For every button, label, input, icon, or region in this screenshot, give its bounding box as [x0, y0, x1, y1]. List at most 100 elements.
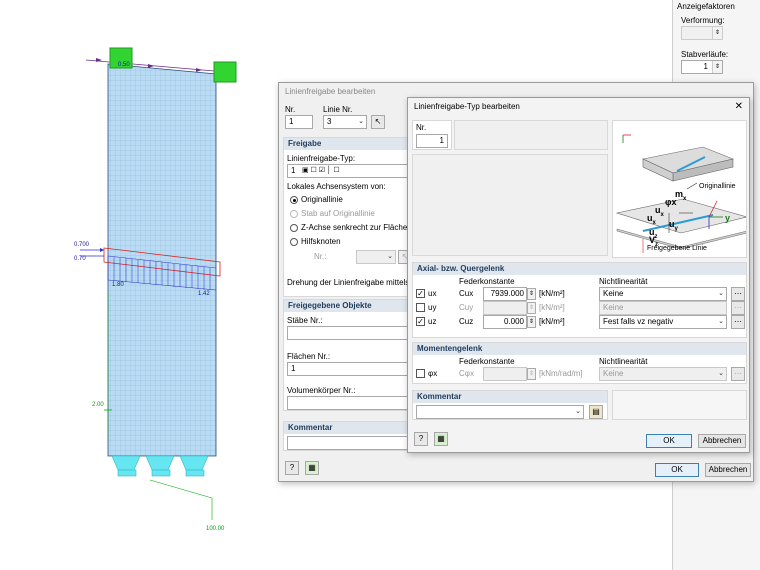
uz-nonlin-edit-icon[interactable]: ⋯ [731, 315, 745, 329]
support-top-right [213, 61, 237, 83]
cphix-unit: [kNm/rad/m] [539, 369, 583, 378]
phix-nonlin-edit-icon[interactable]: ⋯ [731, 367, 745, 381]
cancel-button[interactable]: Abbrechen [698, 434, 746, 448]
spin-arrows-icon[interactable]: ⇕ [527, 302, 536, 314]
label-top: 0.50 [118, 62, 130, 68]
cuz-unit: [kN/m²] [539, 317, 565, 326]
cuy-label: Cuy [459, 303, 474, 312]
spin-arrows-icon[interactable]: ⇕ [712, 61, 722, 73]
cphix-label: Cφx [459, 369, 474, 378]
pick-line-icon[interactable]: ↖ [371, 115, 385, 129]
solids-label: Volumenkörper Nr.: [287, 386, 356, 395]
chevron-down-icon: ⌄ [718, 290, 724, 297]
comment-field-back[interactable] [287, 436, 413, 450]
deformation-label: Verformung: [681, 16, 725, 25]
comment-library-icon[interactable]: ▤ [589, 405, 603, 419]
surfaces-label: Flächen Nr.: [287, 352, 331, 361]
spin-arrows-icon[interactable]: ⇕ [527, 316, 536, 328]
objects-section: Freigegebene Objekte Stäbe Nr.: Flächen … [283, 299, 413, 411]
name-section [454, 120, 608, 150]
solids-field[interactable] [287, 396, 413, 410]
nr-short-label: Nr.: [314, 252, 327, 261]
ux-nonlin-edit-icon[interactable]: ⋯ [731, 287, 745, 301]
label-left-2: 0.70 [74, 256, 86, 262]
radio-member-on-line[interactable] [290, 210, 298, 218]
ok-button-back[interactable]: OK [655, 463, 699, 477]
freigabe-header: Freigabe [284, 138, 412, 150]
members-field[interactable] [287, 326, 413, 340]
phix-nonlin-select[interactable]: Keine ⌄ [599, 367, 727, 381]
label-left-1: 0.700 [74, 242, 90, 248]
uz-nonlin-value: Fest falls vz negativ [603, 317, 674, 326]
radio-member-label: Stab auf Originallinie [301, 209, 375, 218]
uz-nonlin-select[interactable]: Fest falls vz negativ ⌄ [599, 315, 727, 329]
radio-z-axis[interactable] [290, 224, 298, 232]
cancel-button-back[interactable]: Abbrechen [705, 463, 751, 477]
uy-nonlin-value: Keine [603, 303, 624, 312]
phix-nonlin-value: Keine [603, 369, 624, 378]
ok-button[interactable]: OK [646, 434, 692, 448]
nr-field[interactable]: 1 [285, 115, 313, 129]
ux-checkbox[interactable]: ✓ [416, 289, 425, 298]
front-nr-label: Nr. [416, 123, 427, 132]
line-nr-label: Linie Nr. [323, 105, 353, 114]
type-select[interactable]: 1 ▣ ☐ ☑ │ ☐ [287, 164, 413, 178]
release-diagram: mx φx ux ux uy uz Vz y Originallinie Fre… [612, 120, 749, 258]
comment-header: Kommentar [413, 391, 607, 403]
front-nr-field[interactable]: 1 [416, 134, 448, 148]
uy-checkbox[interactable] [416, 303, 425, 312]
uy-label: uy [669, 219, 678, 232]
objects-header: Freigegebene Objekte [284, 300, 412, 312]
dialog-title: Linienfreigabe bearbeiten [285, 87, 376, 96]
comment-section: Kommentar ⌄ ▤ [412, 390, 608, 420]
cuz-field[interactable]: 0.000 [483, 315, 527, 329]
moment-section: Momentengelenk Federkonstante Nichtlinea… [412, 342, 747, 384]
member-diagrams-label: Stabverläufe: [681, 50, 729, 59]
cuy-field[interactable] [483, 301, 527, 315]
spin-arrows-icon[interactable]: ⇕ [527, 288, 536, 300]
spring-col-header: Federkonstante [459, 277, 515, 286]
label-1-80: 1.80 [112, 282, 124, 288]
released-line-label: Freigegebene Linie [647, 245, 707, 252]
axial-section: Axial- bzw. Quergelenk Federkonstante Ni… [412, 262, 747, 338]
uy-nonlin-select[interactable]: Keine [599, 301, 727, 315]
uz-checkbox[interactable]: ✓ [416, 317, 425, 326]
cux-unit: [kN/m²] [539, 289, 565, 298]
comment-header-back: Kommentar [284, 422, 412, 434]
spin-arrows-icon[interactable]: ⇕ [712, 27, 722, 39]
uy-nonlin-edit-icon[interactable]: ⋯ [731, 301, 745, 315]
cux-field[interactable]: 7939.000 [483, 287, 527, 301]
cphix-field[interactable] [483, 367, 527, 381]
units-icon[interactable]: ▦ [305, 461, 319, 475]
spin-arrows-icon[interactable]: ⇕ [527, 368, 536, 380]
help-icon[interactable]: ? [414, 432, 428, 446]
phix-checkbox[interactable] [416, 369, 425, 378]
chevron-down-icon: ⌄ [575, 408, 581, 415]
uy-name: uy [428, 303, 437, 312]
radio-aux-label: Hilfsknoten [301, 237, 341, 246]
chevron-down-icon: ⌄ [718, 370, 724, 377]
axis-system-label: Lokales Achsensystem von: [287, 182, 386, 191]
units-icon[interactable]: ▦ [434, 432, 448, 446]
front-dialog-title: Linienfreigabe-Typ bearbeiten [414, 102, 520, 111]
member-diagrams-value: 1 [703, 62, 708, 71]
original-line-label: Originallinie [699, 183, 736, 190]
phix-name: φx [428, 369, 438, 378]
help-icon[interactable]: ? [285, 461, 299, 475]
surfaces-field[interactable]: 1 [287, 362, 413, 376]
line-release-type-dialog: Linienfreigabe-Typ bearbeiten ✕ Nr. 1 mx [407, 97, 750, 453]
blank-section [412, 154, 608, 256]
line-nr-value: 3 [327, 117, 332, 126]
member-diagrams-spinner[interactable]: 1 ⇕ [681, 60, 723, 74]
model-view[interactable] [0, 0, 280, 570]
support-bottom [111, 455, 209, 477]
comment-field[interactable]: ⌄ [416, 405, 584, 419]
close-icon[interactable]: ✕ [735, 101, 743, 112]
radio-aux-node[interactable] [290, 238, 298, 246]
deformation-spinner[interactable]: ⇕ [681, 26, 723, 40]
radio-original-line[interactable] [290, 196, 298, 204]
panel-title: Anzeigefaktoren [677, 2, 735, 11]
line-nr-select[interactable]: 3 ⌄ [323, 115, 367, 129]
aux-node-select[interactable]: ⌄ [356, 250, 396, 264]
ux-nonlin-select[interactable]: Keine ⌄ [599, 287, 727, 301]
